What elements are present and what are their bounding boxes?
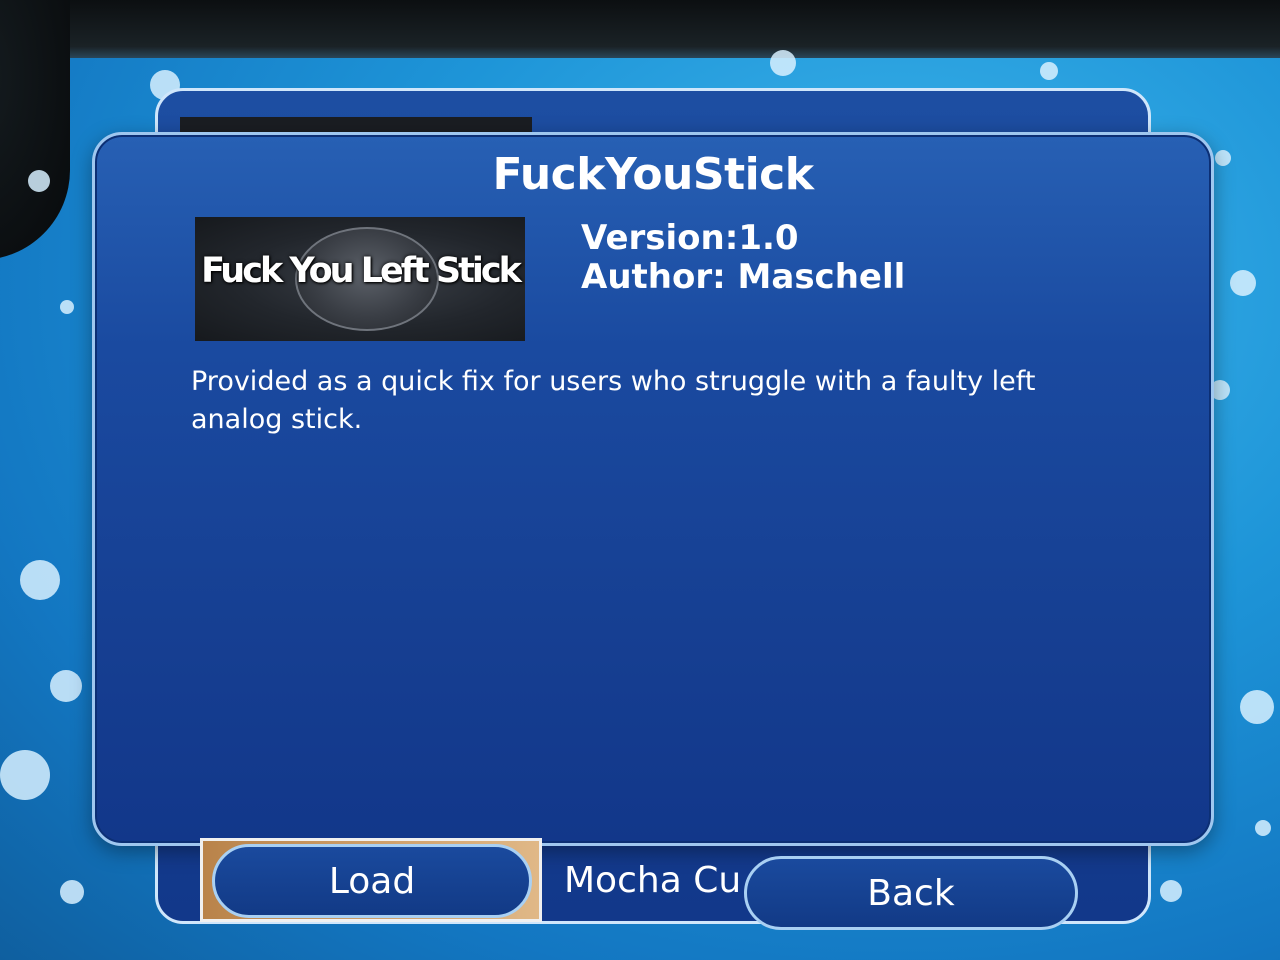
background-bubble <box>1230 270 1256 296</box>
background-bubble <box>1040 62 1058 80</box>
app-thumbnail: Fuck You Left Stick <box>195 217 525 341</box>
list-item-title: Mocha Cus <box>564 860 742 901</box>
background-bubble <box>770 50 796 76</box>
background-bubble <box>60 300 74 314</box>
app-details-dialog: FuckYouStick Fuck You Left Stick Version… <box>92 132 1214 846</box>
dialog-title: FuckYouStick <box>492 149 814 200</box>
load-button[interactable]: Load <box>212 844 532 918</box>
device-bezel-corner <box>0 0 70 260</box>
thumbnail-caption: Fuck You Left Stick <box>201 251 522 291</box>
version-row: Version:1.0 <box>581 219 905 258</box>
background-bubble <box>1215 150 1231 166</box>
author-row: Author: Maschell <box>581 258 905 297</box>
background-bubble <box>1240 690 1274 724</box>
background-bubble <box>20 560 60 600</box>
version-value: 1.0 <box>738 218 799 258</box>
device-bezel <box>0 0 1280 58</box>
back-button[interactable]: Back <box>744 856 1078 930</box>
background-bubble <box>1255 820 1271 836</box>
author-value: Maschell <box>737 257 906 297</box>
background-bubble <box>0 750 50 800</box>
background-bubble <box>28 170 50 192</box>
bottom-bar: Load Mocha Cus Back <box>178 838 1108 930</box>
author-label: Author: <box>581 257 726 297</box>
screen: FuckYouStick Fuck You Left Stick Version… <box>0 0 1280 960</box>
background-bubble <box>50 670 82 702</box>
background-bubble <box>1160 880 1182 902</box>
app-description: Provided as a quick fix for users who st… <box>191 366 1036 435</box>
app-meta: Version:1.0 Author: Maschell <box>581 219 905 297</box>
background-bubble <box>60 880 84 904</box>
version-label: Version: <box>581 218 739 258</box>
